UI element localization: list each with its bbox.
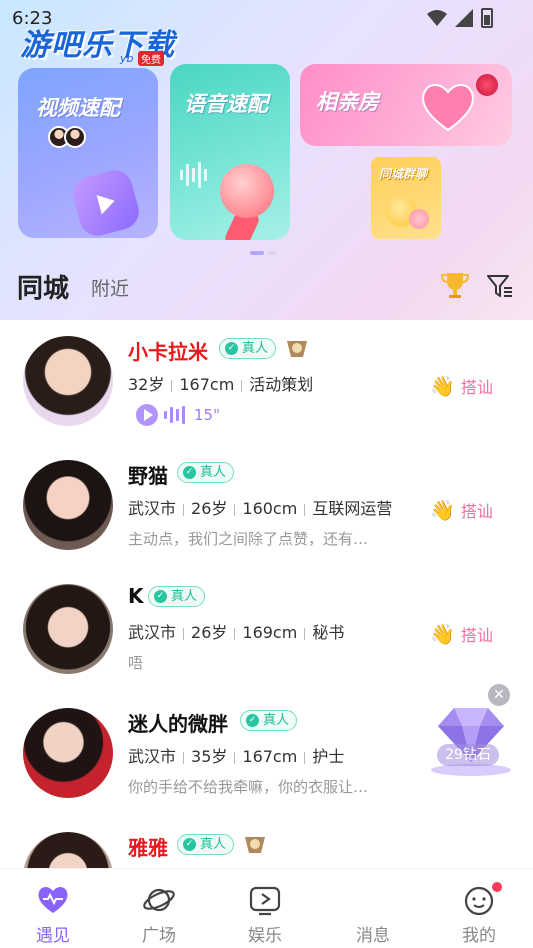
banner-page-indicator — [250, 251, 276, 255]
verified-badge: 真人 — [219, 338, 277, 359]
greet-label: 搭讪 — [460, 626, 493, 645]
emoji-face-small-icon — [409, 209, 429, 229]
wave-hand-icon: 👋 — [430, 374, 455, 398]
user-name: 迷人的微胖 — [128, 712, 228, 736]
mini-avatar — [64, 126, 86, 148]
avatar[interactable] — [23, 708, 113, 798]
trophy-icon[interactable] — [440, 270, 470, 300]
battery-icon — [481, 8, 493, 28]
video-match-avatars — [48, 126, 86, 148]
planet-icon — [143, 888, 175, 912]
voice-play-icon — [136, 404, 158, 426]
greet-label: 搭讪 — [460, 502, 493, 521]
nav-messages[interactable]: 消息 — [333, 883, 413, 946]
heart-pulse-icon — [38, 886, 68, 913]
page-dot — [268, 251, 276, 255]
rose-icon — [476, 74, 498, 96]
tab-city[interactable]: 同城 — [17, 268, 69, 305]
user-info: 武汉市 26岁 169cm 秘书 — [128, 623, 345, 642]
verified-badge: 真人 — [177, 462, 235, 483]
close-icon[interactable]: ✕ — [488, 684, 510, 706]
avatar[interactable] — [23, 336, 113, 426]
page-dot-active — [250, 251, 264, 255]
user-info: 32岁 167cm 活动策划 — [128, 375, 314, 394]
avatar[interactable] — [23, 832, 113, 870]
nav-profile[interactable]: 我的 — [439, 883, 519, 946]
voice-duration: 15" — [194, 406, 220, 424]
verified-badge: 真人 — [148, 586, 206, 607]
user-row[interactable]: K 真人 武汉市26岁169cm秘书 唔 👋 搭讪 — [0, 568, 533, 692]
status-icons — [427, 8, 493, 28]
video-play-icon — [69, 166, 143, 238]
video-match-title: 视频速配 — [36, 96, 120, 120]
greet-button[interactable]: 👋 搭讪 — [430, 622, 493, 646]
user-bio: 主动点，我们之间除了点赞，还有… — [128, 530, 369, 548]
user-name: 雅雅 — [128, 836, 168, 860]
wifi-icon — [427, 10, 447, 26]
avatar[interactable] — [23, 460, 113, 550]
greet-button[interactable]: 👋 搭讪 — [430, 498, 493, 522]
wave-hand-icon: 👋 — [430, 622, 455, 646]
verified-badge: 真人 — [240, 710, 298, 731]
heart-icon — [422, 84, 474, 132]
user-row[interactable]: 雅雅 真人 — [0, 816, 533, 870]
greet-button[interactable]: 👋 搭讪 — [430, 374, 493, 398]
nav-meet[interactable]: 遇见 — [13, 883, 93, 946]
user-row[interactable]: 小卡拉米 真人 32岁167cm活动策划 15" 👋 搭讪 — [0, 320, 533, 444]
bottom-navigation: 遇见 广场 娱乐 消息 我的 — [0, 868, 533, 948]
city-group-card[interactable]: 同城群聊 — [371, 157, 441, 239]
tab-nearby[interactable]: 附近 — [91, 274, 129, 301]
diamond-reward-label: 29钻石 — [437, 744, 499, 766]
user-name: K — [128, 584, 144, 608]
voice-bars-icon — [164, 406, 188, 425]
watermark-sub: yb — [120, 52, 134, 65]
signal-icon — [455, 9, 473, 27]
user-bio: 唔 — [128, 654, 144, 672]
voice-match-card[interactable]: 语音速配 — [170, 64, 290, 240]
user-list: 小卡拉米 真人 32岁167cm活动策划 15" 👋 搭讪 野猫 真人 武汉市2… — [0, 320, 533, 870]
nav-square[interactable]: 广场 — [119, 883, 199, 946]
notification-dot — [492, 882, 502, 892]
user-bio: 你的手给不给我牵嘛，你的衣服让… — [128, 778, 369, 796]
nav-entertainment[interactable]: 娱乐 — [225, 883, 305, 946]
sound-wave-icon — [180, 162, 220, 192]
voice-intro[interactable]: 15" — [136, 404, 220, 426]
user-name: 野猫 — [128, 464, 168, 488]
rank-badge-icon — [245, 837, 265, 853]
watermark-badge: 免费 — [138, 51, 164, 66]
filter-icon[interactable] — [486, 272, 514, 300]
user-row[interactable]: 野猫 真人 武汉市26岁160cm互联网运营 主动点，我们之间除了点赞，还有… … — [0, 444, 533, 568]
video-match-card[interactable]: 视频速配 — [18, 68, 158, 238]
dating-room-title: 相亲房 — [316, 90, 379, 114]
profile-face-icon — [464, 886, 494, 916]
user-info: 武汉市 26岁 160cm 互联网运营 — [128, 499, 393, 518]
rank-badge-icon — [287, 341, 307, 357]
verified-badge: 真人 — [177, 834, 235, 855]
wave-hand-icon: 👋 — [430, 498, 455, 522]
greet-label: 搭讪 — [460, 378, 493, 397]
dating-room-card[interactable]: 相亲房 — [300, 64, 512, 146]
city-group-title: 同城群聊 — [379, 167, 428, 181]
play-screen-icon — [249, 886, 281, 916]
user-info: 武汉市 35岁 167cm 护士 — [128, 747, 345, 766]
avatar[interactable] — [23, 584, 113, 674]
message-icon — [356, 883, 390, 917]
user-name: 小卡拉米 — [128, 340, 208, 364]
microphone-icon — [220, 164, 274, 218]
voice-match-title: 语音速配 — [184, 92, 268, 116]
list-tabs: 同城 附近 — [0, 264, 533, 314]
